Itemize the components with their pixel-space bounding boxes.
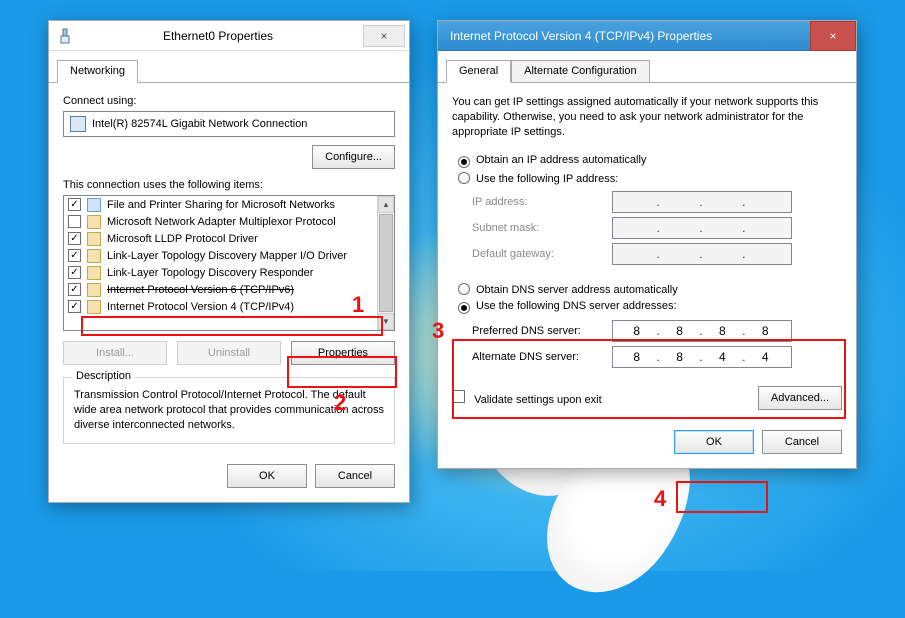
preferred-dns-input[interactable]: 8. 8. 8. 8 (612, 320, 792, 342)
cancel-button[interactable]: Cancel (762, 430, 842, 454)
scroll-up-icon[interactable]: ▲ (378, 196, 394, 213)
checkbox-icon[interactable] (68, 300, 81, 313)
list-item-label: Internet Protocol Version 6 (TCP/IPv6) (107, 284, 294, 296)
checkbox-icon[interactable] (68, 215, 81, 228)
protocol-icon (87, 300, 101, 314)
configure-button[interactable]: Configure... (312, 145, 395, 169)
close-icon: × (829, 29, 836, 43)
ethernet-properties-dialog: Ethernet0 Properties × Networking Connec… (48, 20, 410, 503)
ipv4-properties-dialog: Internet Protocol Version 4 (TCP/IPv4) P… (437, 20, 857, 469)
nic-icon (70, 116, 86, 132)
annotation-number-4: 4 (654, 486, 666, 512)
radio-obtain-dns-auto[interactable]: Obtain DNS server address automatically (458, 283, 842, 296)
ip-address-input: ... (612, 191, 792, 213)
radio-icon (458, 172, 470, 184)
tab-networking[interactable]: Networking (57, 60, 138, 83)
tabstrip: Networking (49, 51, 409, 83)
list-item[interactable]: Internet Protocol Version 6 (TCP/IPv6) (64, 281, 394, 298)
description-legend: Description (72, 370, 135, 382)
protocol-icon (87, 232, 101, 246)
connect-using-label: Connect using: (63, 95, 395, 107)
radio-use-following-dns[interactable]: Use the following DNS server addresses: (458, 300, 842, 314)
adapter-system-icon (57, 28, 73, 44)
connection-items-list[interactable]: File and Printer Sharing for Microsoft N… (63, 195, 395, 331)
list-item[interactable]: Internet Protocol Version 4 (TCP/IPv4) (64, 298, 394, 315)
tab-general[interactable]: General (446, 60, 511, 83)
properties-button[interactable]: Properties (291, 341, 395, 365)
protocol-icon (87, 266, 101, 280)
ok-button[interactable]: OK (227, 464, 307, 488)
list-item-label: Microsoft Network Adapter Multiplexor Pr… (107, 216, 336, 228)
checkbox-icon[interactable] (68, 283, 81, 296)
radio-obtain-ip-auto[interactable]: Obtain an IP address automatically (458, 154, 842, 168)
radio-icon (458, 156, 470, 168)
scroll-thumb[interactable] (379, 214, 393, 312)
advanced-button[interactable]: Advanced... (758, 386, 842, 410)
ip-address-label: IP address: (452, 196, 612, 208)
alternate-dns-label: Alternate DNS server: (452, 351, 612, 363)
radio-use-following-ip[interactable]: Use the following IP address: (458, 172, 842, 185)
annotation-number-1: 1 (352, 292, 364, 318)
checkbox-icon[interactable] (68, 266, 81, 279)
items-label: This connection uses the following items… (63, 179, 395, 191)
uninstall-button[interactable]: Uninstall (177, 341, 281, 365)
protocol-icon (87, 215, 101, 229)
list-item[interactable]: Microsoft LLDP Protocol Driver (64, 230, 394, 247)
ip-settings-blurb: You can get IP settings assigned automat… (452, 95, 842, 140)
list-item-label: Link-Layer Topology Discovery Responder (107, 267, 313, 279)
install-button[interactable]: Install... (63, 341, 167, 365)
scrollbar[interactable]: ▲ ▼ (377, 196, 394, 330)
list-item[interactable]: Microsoft Network Adapter Multiplexor Pr… (64, 213, 394, 230)
default-gateway-label: Default gateway: (452, 248, 612, 260)
close-icon: × (380, 29, 387, 43)
dialog-title: Ethernet0 Properties (73, 29, 363, 43)
cancel-button[interactable]: Cancel (315, 464, 395, 488)
default-gateway-input: ... (612, 243, 792, 265)
dialog-title: Internet Protocol Version 4 (TCP/IPv4) P… (438, 29, 810, 43)
scroll-down-icon[interactable]: ▼ (378, 313, 394, 330)
checkbox-icon[interactable] (68, 232, 81, 245)
protocol-icon (87, 198, 101, 212)
annotation-number-2: 2 (334, 390, 346, 416)
list-item[interactable]: Link-Layer Topology Discovery Mapper I/O… (64, 247, 394, 264)
list-item-label: Internet Protocol Version 4 (TCP/IPv4) (107, 301, 294, 313)
adapter-name: Intel(R) 82574L Gigabit Network Connecti… (92, 118, 307, 130)
checkbox-icon (452, 390, 465, 403)
radio-icon (458, 302, 470, 314)
subnet-mask-label: Subnet mask: (452, 222, 612, 234)
titlebar[interactable]: Ethernet0 Properties × (49, 21, 409, 51)
validate-settings-checkbox[interactable]: Validate settings upon exit (452, 390, 602, 406)
checkbox-icon[interactable] (68, 198, 81, 211)
checkbox-icon[interactable] (68, 249, 81, 262)
list-item-label: Link-Layer Topology Discovery Mapper I/O… (107, 250, 347, 262)
list-item-label: File and Printer Sharing for Microsoft N… (107, 199, 335, 211)
tabstrip: General Alternate Configuration (438, 51, 856, 83)
subnet-mask-input: ... (612, 217, 792, 239)
list-item[interactable]: Link-Layer Topology Discovery Responder (64, 264, 394, 281)
list-item[interactable]: File and Printer Sharing for Microsoft N… (64, 196, 394, 213)
protocol-icon (87, 249, 101, 263)
close-button[interactable]: × (363, 25, 405, 47)
preferred-dns-label: Preferred DNS server: (452, 325, 612, 337)
radio-icon (458, 283, 470, 295)
protocol-icon (87, 283, 101, 297)
adapter-field[interactable]: Intel(R) 82574L Gigabit Network Connecti… (63, 111, 395, 137)
annotation-number-3: 3 (432, 318, 444, 344)
titlebar[interactable]: Internet Protocol Version 4 (TCP/IPv4) P… (438, 21, 856, 51)
ok-button[interactable]: OK (674, 430, 754, 454)
close-button[interactable]: × (810, 21, 856, 51)
alternate-dns-input[interactable]: 8. 8. 4. 4 (612, 346, 792, 368)
tab-alternate-configuration[interactable]: Alternate Configuration (511, 60, 650, 83)
list-item-label: Microsoft LLDP Protocol Driver (107, 233, 258, 245)
